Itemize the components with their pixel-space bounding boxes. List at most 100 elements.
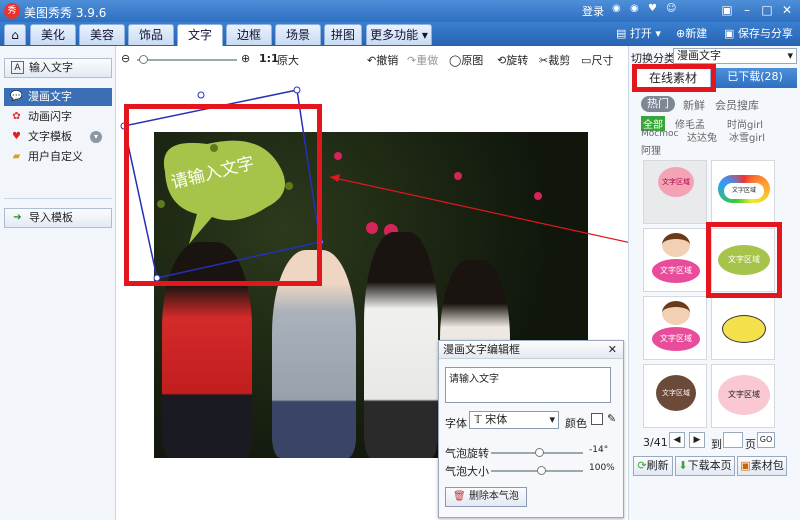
material-coffee-cup[interactable]: 文字区域 [643, 364, 707, 428]
sidebar-item-label: 用户自定义 [28, 150, 83, 163]
filter-new[interactable]: 新鲜 [683, 97, 705, 113]
color-swatch[interactable] [591, 413, 603, 425]
material-yellow-fish[interactable] [711, 296, 775, 360]
minimize-button[interactable]: – [738, 2, 756, 18]
refresh-button[interactable]: ⟳刷新 [633, 456, 673, 476]
fish-icon [722, 315, 766, 343]
font-select[interactable]: 𝕋 宋体 ▾ [469, 411, 559, 429]
dialog-title: 漫画文字编辑框 [443, 343, 520, 356]
download-page-label: 下载本页 [687, 459, 732, 472]
close-icon[interactable]: ✕ [608, 341, 617, 359]
rotate-handle[interactable] [197, 91, 205, 99]
material-pig-face[interactable]: 文字区域 [711, 364, 775, 428]
divider [4, 198, 112, 199]
font-type-icon: 𝕋 [474, 413, 482, 426]
sparkle-icon: ✿ [12, 111, 21, 122]
refresh-icon: ⟳ [637, 459, 647, 472]
tag[interactable]: Mocmoc [641, 129, 678, 139]
material-girl-heart[interactable]: 文字区域 [643, 228, 707, 292]
text-input[interactable]: 请输入文字 [445, 367, 611, 403]
material-boy-heart[interactable]: 文字区域 [643, 296, 707, 360]
download-icon: ⬇ [678, 459, 688, 472]
save-icon: ▣ [724, 27, 735, 40]
close-button[interactable]: ✕ [778, 2, 796, 18]
tab-scene[interactable]: 场景 [275, 24, 321, 45]
heart-text: 文字区域 [652, 259, 700, 283]
zoom-in-icon[interactable]: ⊕ [241, 52, 250, 65]
new-button[interactable]: ⊕新建 [676, 25, 707, 43]
tab-accessories[interactable]: 饰品 [128, 24, 174, 45]
delete-bubble-button[interactable]: 🗑 删除本气泡 [445, 487, 527, 507]
tab-frame[interactable]: 边框 [226, 24, 272, 45]
plus-icon: ⊕ [676, 27, 686, 40]
chevron-down-icon[interactable]: ▾ [90, 131, 102, 143]
sidebar-item-text-template[interactable]: ♥ 文字模板 ▾ [4, 128, 112, 146]
face-icon [662, 233, 690, 257]
tab-more[interactable]: 更多功能 ▾ [366, 24, 432, 45]
save-share-button[interactable]: ▣ 保存与分享 [724, 25, 793, 43]
sidebar-item-flash-text[interactable]: ✿ 动画闪字 [4, 108, 112, 126]
text-icon: A [11, 61, 24, 74]
cloud-text: 文字区域 [724, 183, 764, 199]
highlight-box [632, 64, 716, 92]
page-indicator: 3/41 [643, 436, 668, 449]
home-icon: ⌂ [11, 28, 19, 42]
open-button[interactable]: ▤ 打开 ▾ [616, 25, 661, 43]
zoom-slider[interactable] [137, 55, 237, 64]
tag[interactable]: 达达兔 [687, 129, 717, 144]
tag[interactable]: 阿狸 [641, 142, 661, 157]
download-page-button[interactable]: ⬇下载本页 [675, 456, 735, 476]
save-label: 保存与分享 [737, 27, 793, 40]
main-menu: ⌂ 美化 美容 饰品 文字 边框 场景 拼图 更多功能 ▾ ▤ 打开 ▾ ⊕新建… [0, 22, 800, 46]
sidebar-item-comic-text[interactable]: 💬 漫画文字 [4, 88, 112, 106]
skin-icon[interactable]: ▣ [718, 2, 736, 18]
maximize-button[interactable]: □ [758, 2, 776, 18]
size-slider[interactable] [491, 466, 583, 475]
rotate-value: -14° [589, 445, 609, 455]
package-icon: ▣ [740, 459, 751, 472]
comic-text-editor-dialog: 漫画文字编辑框 ✕ 请输入文字 字体 𝕋 宋体 ▾ 颜色 ✎ 气泡旋转 -14°… [438, 340, 624, 518]
prev-page-button[interactable]: ◀ [669, 432, 685, 448]
zoom-1to1-button[interactable]: 1:1 [259, 52, 279, 65]
go-button[interactable]: GO [757, 432, 775, 448]
original-size-button[interactable]: 原大 [277, 52, 299, 68]
sidebar-item-user-defined[interactable]: ▰ 用户自定义 [4, 148, 112, 166]
people-icon[interactable]: ☺ [666, 3, 676, 14]
filter-hot[interactable]: 热门 [641, 96, 675, 112]
sidebar-item-label: 动画闪字 [28, 110, 72, 123]
tab-more-label: 更多功能 [370, 28, 419, 42]
page-input[interactable] [723, 432, 743, 448]
qq-icon[interactable]: ◉ [612, 3, 621, 14]
zoom-out-icon[interactable]: ⊖ [121, 52, 130, 65]
speech-bubble-icon: 💬 [10, 91, 23, 102]
rotate-slider[interactable] [491, 448, 583, 457]
material-rainbow-cloud[interactable]: 文字区域 [711, 160, 775, 224]
weibo-icon[interactable]: ◉ [630, 3, 639, 14]
eyedropper-icon[interactable]: ✎ [607, 412, 616, 425]
category-select[interactable]: 漫画文字 ▾ [673, 48, 797, 64]
tab-collage[interactable]: 拼图 [324, 24, 362, 45]
tab-beauty[interactable]: 美容 [79, 24, 125, 45]
heart-icon[interactable]: ♥ [648, 3, 657, 14]
rotate-label: 气泡旋转 [445, 447, 489, 460]
import-template-button[interactable]: ➔ 导入模板 [4, 208, 112, 228]
material-heart-balloon[interactable]: 文字区域 [643, 160, 707, 224]
pig-text: 文字区域 [718, 375, 770, 415]
package-label: 素材包 [750, 459, 784, 472]
material-package-button[interactable]: ▣素材包 [737, 456, 787, 476]
highlight-box [124, 104, 322, 286]
font-label: 字体 [445, 417, 467, 430]
login-link[interactable]: 登录 [582, 3, 604, 19]
dialog-header: 漫画文字编辑框 ✕ [439, 341, 623, 359]
tab-beautify[interactable]: 美化 [30, 24, 76, 45]
tab-text[interactable]: 文字 [177, 24, 223, 46]
title-bar: 秀 美图秀秀 3.9.6 登录 ◉ ◉ ♥ ☺ ▣ – □ ✕ [0, 0, 800, 22]
resize-handle[interactable] [293, 86, 301, 94]
next-page-button[interactable]: ▶ [689, 432, 705, 448]
filter-member[interactable]: 会员搜库 [715, 97, 759, 113]
tag[interactable]: 冰雪girl [729, 129, 765, 144]
input-text-button[interactable]: A 输入文字 [4, 58, 112, 78]
home-tab[interactable]: ⌂ [4, 24, 26, 45]
category-value: 漫画文字 [677, 49, 721, 62]
tab-downloaded[interactable]: 已下载(28) [713, 68, 797, 88]
